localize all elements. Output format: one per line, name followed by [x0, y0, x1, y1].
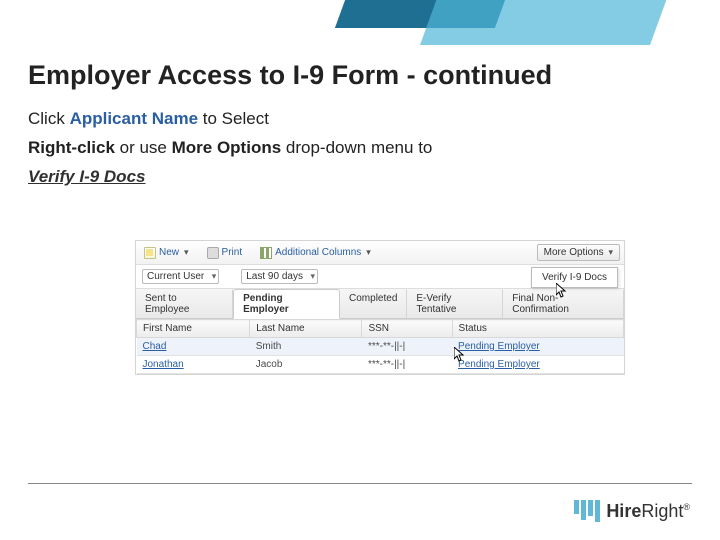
header-decoration-light: [420, 0, 670, 45]
tab-completed[interactable]: Completed: [340, 289, 407, 318]
applicant-status[interactable]: Pending Employer: [458, 341, 540, 352]
applicant-last-name: Smith: [250, 338, 362, 356]
more-options-dropdown: Verify I-9 Docs: [531, 267, 618, 288]
toolbar: New Print Additional Columns More Option…: [136, 241, 624, 265]
instr-right-click: Right-click: [28, 138, 115, 157]
applicant-first-name[interactable]: Chad: [143, 341, 167, 352]
registered-icon: ®: [683, 502, 690, 512]
col-first-name[interactable]: First Name: [137, 320, 250, 338]
more-options-label: More Options: [544, 247, 604, 258]
tab-final-non-confirmation[interactable]: Final Non-Confirmation: [503, 289, 624, 318]
new-label: New: [159, 247, 179, 258]
tab-pending-employer[interactable]: Pending Employer: [233, 289, 340, 319]
instr-verify-docs: Verify I-9 Docs: [28, 167, 145, 186]
table-row[interactable]: Chad Smith ***-**-||-| Pending Employer: [137, 338, 624, 356]
hireright-logo: HireRight®: [574, 500, 690, 522]
logo-bars-icon: [574, 500, 600, 522]
applicant-ssn: ***-**-||-|: [362, 338, 452, 356]
additional-columns-button[interactable]: Additional Columns: [256, 245, 375, 261]
footer-divider: [28, 483, 692, 484]
filter-range-select[interactable]: Last 90 days: [241, 269, 318, 284]
tab-bar: Sent to Employee Pending Employer Comple…: [136, 289, 624, 319]
app-screenshot: New Print Additional Columns More Option…: [135, 240, 625, 375]
more-options-button[interactable]: More Options: [537, 244, 620, 261]
dropdown-item-verify[interactable]: Verify I-9 Docs: [542, 272, 607, 283]
logo-rest: Right: [641, 501, 683, 521]
instr-applicant-name: Applicant Name: [70, 109, 198, 128]
col-ssn[interactable]: SSN: [362, 320, 452, 338]
col-last-name[interactable]: Last Name: [250, 320, 362, 338]
applicant-ssn: ***-**-||-|: [362, 356, 452, 374]
instr-text: Click: [28, 109, 70, 128]
instr-text: to Select: [198, 109, 269, 128]
applicant-first-name[interactable]: Jonathan: [143, 359, 184, 370]
filter-user-select[interactable]: Current User: [142, 269, 219, 284]
tab-sent-to-employee[interactable]: Sent to Employee: [136, 289, 233, 318]
page-title: Employer Access to I-9 Form - continued: [28, 60, 692, 91]
print-label: Print: [222, 247, 243, 258]
table-header-row: First Name Last Name SSN Status: [137, 320, 624, 338]
instr-text: or use: [115, 138, 172, 157]
columns-icon: [260, 247, 272, 259]
instr-more-options: More Options: [172, 138, 282, 157]
new-button[interactable]: New: [140, 245, 193, 261]
instr-text: drop-down menu to: [281, 138, 432, 157]
print-icon: [207, 247, 219, 259]
instructions-block: Click Applicant Name to Select Right-cli…: [28, 105, 692, 192]
col-status[interactable]: Status: [452, 320, 623, 338]
applicant-status[interactable]: Pending Employer: [458, 359, 540, 370]
new-doc-icon: [144, 247, 156, 259]
applicant-last-name: Jacob: [250, 356, 362, 374]
tab-everify-tentative[interactable]: E-Verify Tentative: [407, 289, 503, 318]
table-row[interactable]: Jonathan Jacob ***-**-||-| Pending Emplo…: [137, 356, 624, 374]
print-button[interactable]: Print: [203, 245, 247, 261]
logo-bold: Hire: [606, 501, 641, 521]
logo-text: HireRight®: [606, 501, 690, 522]
columns-label: Additional Columns: [275, 247, 361, 258]
applicants-table: First Name Last Name SSN Status Chad Smi…: [136, 319, 624, 374]
